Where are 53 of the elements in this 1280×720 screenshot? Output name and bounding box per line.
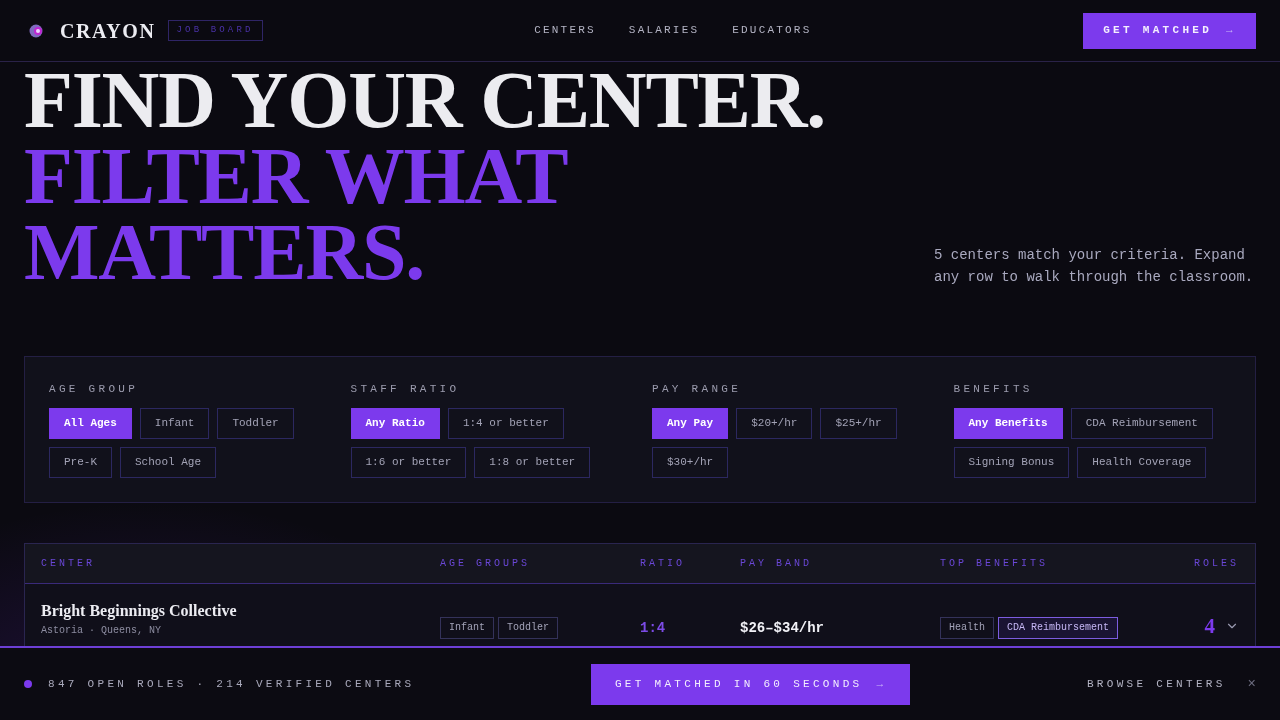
column-header: CENTER bbox=[41, 557, 95, 571]
benefit-tag: CDA Reimbursement bbox=[998, 617, 1119, 639]
age-tag: Infant bbox=[440, 617, 494, 639]
filter-chip[interactable]: $30+/hr bbox=[652, 447, 729, 478]
filter-chip[interactable]: School Age bbox=[120, 447, 217, 478]
filter-label: AGE GROUP bbox=[49, 382, 140, 396]
summary-text: 5 centers match your criteria. Expand any row to walk through the classroom. bbox=[934, 246, 1255, 287]
roles-count: 4 bbox=[1204, 615, 1215, 637]
pay-band-text: $26–$34/hr bbox=[740, 620, 824, 636]
table-row[interactable]: Bright Beginnings Collective Astoria · Queens, NY Infant Toddler 1:4 $26–$34/hr Health CDA Reimbursement 4 bbox=[25, 584, 1255, 646]
hero-heading-line: FIND YOUR CENTER. bbox=[24, 62, 826, 138]
filter-chip[interactable]: $25+/hr bbox=[820, 408, 897, 439]
filter-chip[interactable]: Signing Bonus bbox=[953, 447, 1070, 478]
filter-chip[interactable]: Infant bbox=[139, 408, 210, 439]
logo-icon bbox=[29, 23, 45, 38]
nav-link[interactable]: EDUCATORS bbox=[732, 22, 812, 39]
filter-label: STAFF RATIO bbox=[350, 382, 461, 396]
filter-chip[interactable]: All Ages bbox=[49, 408, 132, 439]
brand-name[interactable]: CRAYON bbox=[60, 15, 156, 46]
hero-heading-line: FILTER WHAT bbox=[24, 138, 569, 214]
close-button[interactable]: × bbox=[1247, 677, 1256, 691]
nav-link[interactable]: CENTERS bbox=[534, 22, 596, 39]
cta-button[interactable]: GET MATCHED IN 60 SECONDS → bbox=[590, 663, 911, 705]
browse-centers-link[interactable]: BROWSE CENTERS bbox=[1086, 675, 1226, 693]
stats-text: 847 OPEN ROLES · 214 VERIFIED CENTERS bbox=[48, 676, 415, 692]
column-header: PAY BAND bbox=[740, 557, 812, 571]
column-header: TOP BENEFITS bbox=[940, 557, 1048, 571]
center-name: Bright Beginnings Collective bbox=[41, 601, 238, 621]
hero-heading-line: MATTERS. bbox=[24, 214, 426, 290]
filter-label: PAY RANGE bbox=[652, 382, 743, 396]
filter-chip[interactable]: Toddler bbox=[217, 408, 294, 439]
get-matched-button[interactable]: GET MATCHED → bbox=[1083, 12, 1256, 49]
filter-chip[interactable]: Pre-K bbox=[49, 447, 112, 478]
filter-chip[interactable]: Health Coverage bbox=[1077, 447, 1207, 478]
filter-chip[interactable]: 1:4 or better bbox=[447, 408, 564, 439]
filter-chip[interactable]: 1:6 or better bbox=[350, 447, 467, 478]
center-location: Astoria · Queens, NY bbox=[41, 624, 163, 638]
column-header: AGE GROUPS bbox=[440, 557, 530, 571]
ratio-text: 1:4 bbox=[640, 620, 666, 636]
filter-chip[interactable]: 1:8 or better bbox=[474, 447, 591, 478]
filter-chip[interactable]: Any Benefits bbox=[953, 408, 1063, 439]
age-tag: Toddler bbox=[498, 617, 559, 639]
filter-chip[interactable]: Any Ratio bbox=[350, 408, 440, 439]
column-header: RATIO bbox=[640, 557, 685, 571]
nav-link[interactable]: SALARIES bbox=[628, 22, 700, 39]
column-header: ROLES bbox=[1194, 557, 1239, 571]
benefit-tag: Health bbox=[940, 617, 994, 639]
filter-label: BENEFITS bbox=[953, 382, 1034, 396]
status-dot-icon bbox=[24, 680, 32, 688]
filter-chip[interactable]: CDA Reimbursement bbox=[1070, 408, 1213, 439]
filter-chip[interactable]: $20+/hr bbox=[736, 408, 813, 439]
filter-chip[interactable]: Any Pay bbox=[652, 408, 729, 439]
header-tag: JOB BOARD bbox=[167, 19, 263, 42]
